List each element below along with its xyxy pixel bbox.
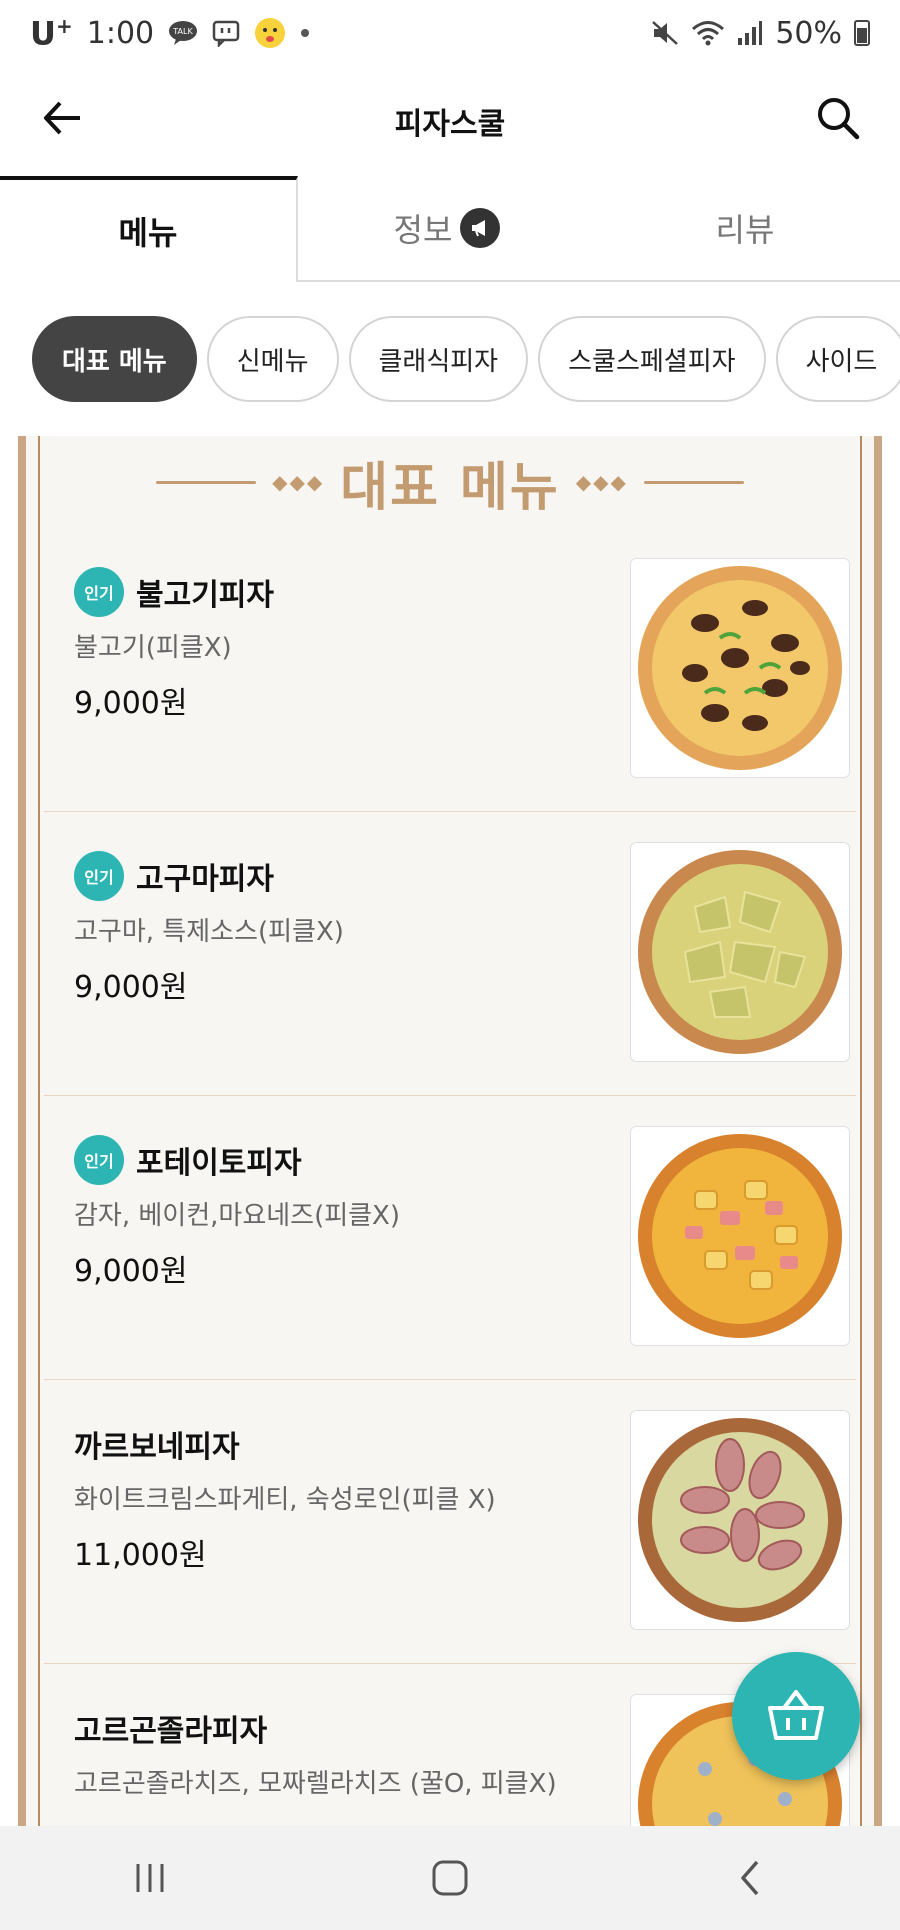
megaphone-icon [460,208,501,248]
wifi-icon [691,19,725,47]
tab-info-label: 정보 [393,211,453,249]
search-button[interactable] [812,92,864,144]
bulgogi-pizza-photo [630,558,850,778]
category-chips: 대표 메뉴 신메뉴 클래식피자 스쿨스페셜피자 사이드 [32,316,900,404]
menu-list: 인기 불고기피자 불고기(피클X) 9,000원 인기 고구마피자 고구마, 특… [44,528,856,1826]
tab-menu-label: 메뉴 [118,214,178,252]
chip-classic-pizza[interactable]: 클래식피자 [348,316,529,402]
talk-icon: TALK [168,20,198,46]
tab-review-label: 리뷰 [715,211,775,249]
status-time: 1:00 [86,15,155,51]
status-bar: U+ 1:00 TALK 50% [0,0,900,66]
dot-icon [300,28,310,38]
menu-panel: ◆◆◆ 대표 메뉴 ◆◆◆ 인기 불고기피자 불고기(피클X) 9,000원 인… [18,436,882,1826]
home-button[interactable] [405,1838,495,1918]
item-price: 9,000원 [74,970,188,1005]
decor-diamonds-left: ◆◆◆ [272,470,325,494]
carrier-label: U+ [30,13,73,53]
chip-side[interactable]: 사이드 [775,316,900,402]
chip-new-menu[interactable]: 신메뉴 [206,316,339,402]
item-name: 불고기피자 [136,578,274,613]
back-button[interactable] [38,94,86,142]
back-icon [741,1860,759,1896]
section-header: ◆◆◆ 대표 메뉴 ◆◆◆ [26,436,874,528]
item-desc: 불고기(피클X) [74,633,232,663]
system-nav-bar [0,1826,900,1930]
popular-badge: 인기 [74,1135,124,1185]
tab-menu[interactable]: 메뉴 [0,176,298,282]
decor-line-right [643,480,744,484]
menu-item-potato-pizza[interactable]: 인기 포테이토피자 감자, 베이컨,마요네즈(피클X) 9,000원 [44,1096,856,1380]
menu-item-bulgogi-pizza[interactable]: 인기 불고기피자 불고기(피클X) 9,000원 [44,528,856,812]
menu-item-carbonara-pizza[interactable]: 까르보네피자 화이트크림스파게티, 숙성로인(피클 X) 11,000원 [44,1380,856,1664]
message-icon [212,19,240,47]
decor-diamonds-right: ◆◆◆ [575,470,628,494]
item-desc: 고구마, 특제소스(피클X) [74,917,344,947]
battery-percent: 50% [775,15,842,51]
svg-text:TALK: TALK [172,27,193,36]
arrow-left-icon [44,101,80,135]
popular-badge: 인기 [74,851,124,901]
battery-icon [854,20,870,46]
item-desc: 감자, 베이컨,마요네즈(피클X) [74,1201,401,1231]
potato-pizza-photo [630,1126,850,1346]
item-desc: 화이트크림스파게티, 숙성로인(피클 X) [74,1485,496,1515]
chip-signature-menu[interactable]: 대표 메뉴 [32,316,197,402]
page-title: 피자스쿨 [394,107,506,142]
recent-apps-button[interactable] [105,1838,195,1918]
mute-icon [651,19,679,47]
menu-item-gorgonzola-pizza[interactable]: 고르곤졸라피자 고르곤졸라치즈, 모짜렐라치즈 (꿀O, 피클X) [44,1664,856,1826]
cart-button[interactable] [732,1652,860,1780]
tab-bar: 메뉴 정보 리뷰 [0,176,900,282]
item-name: 포테이토피자 [136,1146,302,1181]
popular-badge: 인기 [74,567,124,617]
tab-info[interactable]: 정보 [298,176,596,280]
carbonara-pizza-photo [630,1410,850,1630]
search-icon [818,98,860,140]
recent-apps-icon [136,1864,164,1892]
nav-back-button[interactable] [705,1838,795,1918]
section-title: 대표 메뉴 [340,457,560,518]
item-name: 고구마피자 [136,862,274,897]
cart-icon [768,1690,824,1740]
item-name: 까르보네피자 [74,1430,240,1465]
signal-icon [737,20,763,46]
sweet-potato-pizza-photo [630,842,850,1062]
tab-review[interactable]: 리뷰 [596,176,894,280]
chip-school-special-pizza[interactable]: 스쿨스페셜피자 [538,316,766,402]
emoji-icon [254,17,286,49]
item-desc: 고르곤졸라치즈, 모짜렐라치즈 (꿀O, 피클X) [74,1769,557,1799]
menu-item-sweet-potato-pizza[interactable]: 인기 고구마피자 고구마, 특제소스(피클X) 9,000원 [44,812,856,1096]
app-header: 피자스쿨 [0,66,900,176]
item-name: 고르곤졸라피자 [74,1714,268,1749]
home-icon [432,1860,468,1896]
item-price: 9,000원 [74,686,188,721]
item-price: 11,000원 [74,1538,207,1573]
decor-line-left [156,480,257,484]
item-price: 9,000원 [74,1254,188,1289]
